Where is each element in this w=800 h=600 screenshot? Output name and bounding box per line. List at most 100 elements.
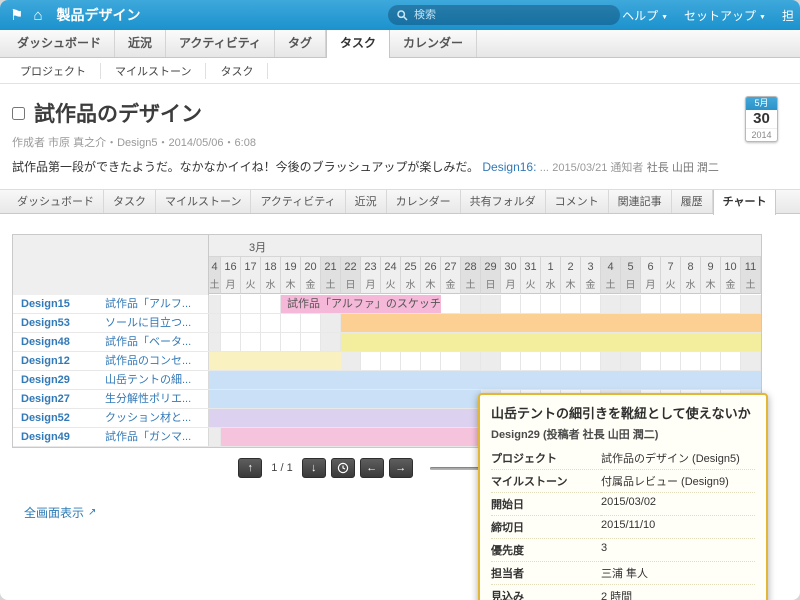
gantt-bar[interactable] xyxy=(221,428,481,446)
task-description: 試作品第一段ができたようだ。なかなかイイね！今後のブラッシュアップが楽しみだ。 … xyxy=(12,158,788,175)
detail-tab-0[interactable]: ダッシュボード xyxy=(8,190,104,213)
search-icon xyxy=(397,10,408,21)
subnav-item-0[interactable]: プロジェクト xyxy=(6,63,101,79)
gantt-bar[interactable] xyxy=(209,390,481,408)
tooltip-subtitle: Design29 (投稿者 社長 山田 潤二) xyxy=(491,426,755,442)
gantt-bar[interactable] xyxy=(341,333,761,351)
search-input[interactable] xyxy=(414,9,611,21)
task-id-link[interactable]: Design29 xyxy=(13,371,105,389)
tooltip-field-label: 見込み xyxy=(491,585,601,600)
task-id-link[interactable]: Design49 xyxy=(13,428,105,446)
external-link-icon: ↗ xyxy=(88,507,96,518)
gantt-row-label: Design27生分解性ポリエ... xyxy=(13,390,209,408)
gantt-day-cell: 月 xyxy=(361,277,381,294)
detail-tabs: ダッシュボードタスクマイルストーンアクティビティ近況カレンダー共有フォルダコメン… xyxy=(0,189,800,214)
gantt-row-track xyxy=(209,371,761,389)
title-checkbox[interactable] xyxy=(12,107,25,120)
gantt-date-cell: 4 xyxy=(209,257,221,277)
gantt-date-cell: 9 xyxy=(701,257,721,277)
gantt-bar[interactable] xyxy=(209,352,341,370)
gantt-day-cell: 日 xyxy=(621,277,641,294)
setup-menu[interactable]: セットアップ▼ xyxy=(684,7,766,24)
gantt-row-label: Design48試作品「ベータ... xyxy=(13,333,209,351)
app-window: ⚑ ⌂ 製品デザイン ヘルプ▼ セットアップ▼ 担 ダッシュボード近況アクティビ… xyxy=(0,0,800,600)
nav-tab-5[interactable]: カレンダー xyxy=(390,30,477,57)
app-title: 製品デザイン xyxy=(57,5,141,25)
month-label: 3月 xyxy=(249,239,266,255)
gantt-header: 3月 4161718192021222324252627282930311234… xyxy=(13,235,761,295)
gantt-date-cell: 7 xyxy=(661,257,681,277)
gantt-row-label: Design53ソールに目立つ... xyxy=(13,314,209,332)
task-name-link[interactable]: 試作品「ベータ... xyxy=(105,333,191,351)
scroll-down-button[interactable]: ↓ xyxy=(302,458,326,478)
tooltip-field-value: 2 時間 xyxy=(601,585,755,600)
nav-tab-2[interactable]: アクティビティ xyxy=(166,30,275,57)
nav-tab-4[interactable]: タスク xyxy=(326,30,390,58)
gantt-row: Design48試作品「ベータ... xyxy=(13,333,761,352)
gantt-date-cell: 10 xyxy=(721,257,741,277)
gantt-date-cell: 23 xyxy=(361,257,381,277)
detail-tab-3[interactable]: アクティビティ xyxy=(251,190,345,213)
scroll-up-button[interactable]: ↑ xyxy=(238,458,262,478)
task-id-link[interactable]: Design12 xyxy=(13,352,105,370)
gantt-date-cell: 3 xyxy=(581,257,601,277)
clipped-menu[interactable]: 担 xyxy=(782,7,794,24)
notify-person-link[interactable]: 社長 山田 潤二 xyxy=(647,162,719,174)
task-id-link[interactable]: Design27 xyxy=(13,390,105,408)
gantt-row: Design15試作品「アルフ... 試作品「アルファ」のスケッチ xyxy=(13,295,761,314)
help-menu[interactable]: ヘルプ▼ xyxy=(622,7,668,24)
gantt-bar[interactable] xyxy=(341,314,761,332)
tooltip-field-label: プロジェクト xyxy=(491,447,601,470)
task-name-link[interactable]: ソールに目立つ... xyxy=(105,314,191,332)
scroll-right-button[interactable]: → xyxy=(389,458,413,478)
date-badge-month: 5月 xyxy=(746,97,777,110)
gantt-bar[interactable] xyxy=(209,409,481,427)
tooltip-field-value: 試作品のデザイン (Design5) xyxy=(601,447,755,470)
header-menu: ヘルプ▼ セットアップ▼ 担 xyxy=(622,0,794,30)
tooltip-field-row: 優先度3 xyxy=(491,539,755,562)
task-name-link[interactable]: 山岳テントの細... xyxy=(105,371,191,389)
detail-tab-1[interactable]: タスク xyxy=(104,190,156,213)
task-name-link[interactable]: 試作品「アルフ... xyxy=(105,295,191,313)
task-name-link[interactable]: 試作品のコンセ... xyxy=(105,352,191,370)
today-button[interactable] xyxy=(331,458,355,478)
detail-tab-7[interactable]: コメント xyxy=(546,190,609,213)
scroll-left-button[interactable]: ← xyxy=(360,458,384,478)
search-box[interactable] xyxy=(388,5,620,25)
task-id-link[interactable]: Design15 xyxy=(13,295,105,313)
flag-icon[interactable]: ⚑ xyxy=(10,6,23,24)
task-name-link[interactable]: クッション材と... xyxy=(105,409,191,427)
detail-tab-5[interactable]: カレンダー xyxy=(387,190,461,213)
fullscreen-link[interactable]: 全画面表示 ↗ xyxy=(24,504,96,521)
date-badge: 5月 30 2014 xyxy=(745,96,778,142)
tooltip-field-label: 優先度 xyxy=(491,539,601,562)
detail-tab-6[interactable]: 共有フォルダ xyxy=(461,190,546,213)
nav-tab-0[interactable]: ダッシュボード xyxy=(4,30,115,57)
gantt-date-cell: 17 xyxy=(241,257,261,277)
detail-tab-10[interactable]: チャート xyxy=(713,190,777,215)
task-name-link[interactable]: 生分解性ポリエ... xyxy=(105,390,191,408)
detail-tab-2[interactable]: マイルストーン xyxy=(156,190,251,213)
gantt-day-cell: 木 xyxy=(561,277,581,294)
gantt-day-cell: 金 xyxy=(301,277,321,294)
page-indicator: 1 / 1 xyxy=(271,462,292,474)
task-id-link[interactable]: Design53 xyxy=(13,314,105,332)
home-icon[interactable]: ⌂ xyxy=(33,7,42,24)
design16-link[interactable]: Design16: xyxy=(482,160,536,174)
detail-tab-4[interactable]: 近況 xyxy=(346,190,387,213)
nav-tab-1[interactable]: 近況 xyxy=(115,30,166,57)
detail-tab-8[interactable]: 関連記事 xyxy=(609,190,672,213)
task-name-link[interactable]: 試作品「ガンマ... xyxy=(105,428,191,446)
subnav-item-1[interactable]: マイルストーン xyxy=(101,63,206,79)
tooltip-field-row: マイルストーン付属品レビュー (Design9) xyxy=(491,470,755,493)
tooltip-field-value: 3 xyxy=(601,539,755,562)
nav-tab-3[interactable]: タグ xyxy=(275,30,326,57)
gantt-bar[interactable]: 試作品「アルファ」のスケッチ xyxy=(281,295,441,313)
detail-tab-9[interactable]: 履歴 xyxy=(672,190,713,213)
gantt-day-cell: 火 xyxy=(241,277,261,294)
task-id-link[interactable]: Design48 xyxy=(13,333,105,351)
gantt-bar[interactable] xyxy=(209,371,761,389)
subnav-item-2[interactable]: タスク xyxy=(206,63,268,79)
task-id-link[interactable]: Design52 xyxy=(13,409,105,427)
gantt-date-cell: 30 xyxy=(501,257,521,277)
